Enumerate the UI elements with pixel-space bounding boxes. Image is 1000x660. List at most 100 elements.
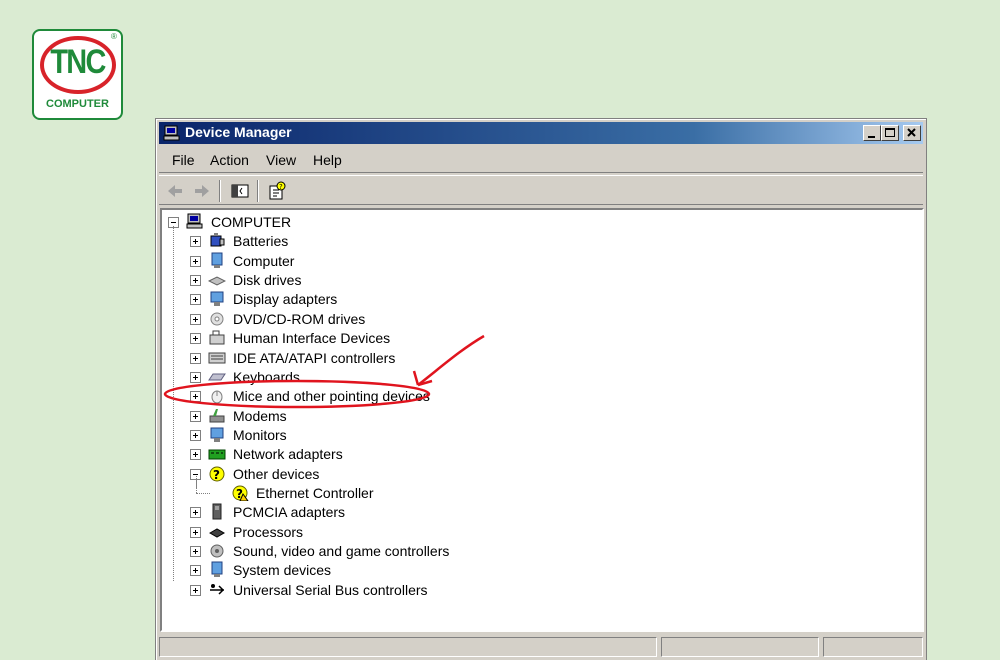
tree-item-label: IDE ATA/ATAPI controllers [233,349,396,366]
toolbar-separator [257,180,259,202]
minimize-button[interactable] [863,125,881,141]
maximize-button[interactable] [881,125,899,141]
expand-toggle[interactable] [190,333,201,345]
tree-item[interactable]: PCMCIA adapters [190,503,510,522]
svg-text:?: ? [279,183,283,191]
expand-toggle[interactable] [190,294,201,306]
toolbar: ? [159,175,923,205]
ide-controller-icon [208,352,226,363]
tree-item-label: Modems [233,407,287,424]
tree-item[interactable]: Human Interface Devices [190,329,510,348]
processor-icon [208,528,226,538]
dvd-drive-icon [210,312,224,326]
tree-item[interactable]: System devices [190,561,510,580]
menu-action[interactable]: Action [210,152,249,168]
menu-file[interactable]: File [172,152,195,168]
expand-toggle[interactable] [190,546,201,557]
close-button[interactable] [903,125,921,141]
computer-icon [211,252,223,268]
hid-icon [209,330,225,345]
device-manager-window: Device Manager File Action View Help ? C… [155,118,927,660]
status-bar [159,635,923,659]
tree-item[interactable]: DVD/CD-ROM drives [190,310,510,329]
tree-item[interactable]: Computer [190,252,510,271]
tree-line [173,226,174,581]
expand-toggle[interactable] [190,526,201,538]
expand-toggle[interactable] [190,236,201,248]
tree-item-label: Display adapters [233,291,338,308]
tree-line [196,475,197,493]
network-adapter-icon [208,449,226,460]
properties-icon[interactable]: ? [266,180,288,202]
tree-item-label: Batteries [233,233,289,250]
tree-item-label: Other devices [233,465,320,482]
tree-item-label: Human Interface Devices [233,330,391,347]
expand-toggle[interactable] [190,275,201,287]
computer-root-icon [186,213,203,229]
tree-root-computer[interactable]: COMPUTER [168,213,468,232]
tree-item[interactable]: ? Other devices [190,465,510,484]
display-adapter-icon [210,291,224,307]
close-icon [907,128,916,137]
tree-item[interactable]: Batteries [190,232,510,251]
system-device-icon [211,561,223,578]
forward-arrow-icon[interactable] [191,180,213,202]
keyboard-icon [208,373,226,381]
tree-item[interactable]: IDE ATA/ATAPI controllers [190,349,510,368]
tree-item-label: Computer [233,252,295,269]
usb-icon [210,583,225,595]
expand-toggle[interactable] [190,255,201,267]
status-pane-3 [823,637,923,657]
status-pane-main [159,637,657,657]
tree-item[interactable]: Universal Serial Bus controllers [190,581,510,600]
expand-toggle[interactable] [190,565,201,577]
battery-icon [210,233,225,247]
tree-item[interactable]: Modems [190,407,510,426]
logo-text: TNC [50,43,106,81]
expand-toggle[interactable] [190,371,201,383]
tree-child-item[interactable]: ? Ethernet Controller [213,484,513,503]
modem-icon [209,408,225,422]
tree-item-label: DVD/CD-ROM drives [233,310,366,327]
show-hide-tree-icon[interactable] [229,180,251,202]
back-arrow-icon[interactable] [164,180,186,202]
tree-child-label: Ethernet Controller [256,484,374,501]
tree-item[interactable]: Display adapters [190,290,510,309]
expand-toggle[interactable] [190,410,201,422]
tree-item[interactable]: Mice and other pointing devices [190,387,510,406]
expand-toggle[interactable] [190,429,201,441]
unknown-device-icon: ? [209,466,225,482]
device-manager-icon [163,125,180,141]
tree-item[interactable]: Processors [190,523,510,542]
mouse-icon [211,390,223,404]
tree-item[interactable]: Disk drives [190,271,510,290]
expand-toggle[interactable] [190,507,201,519]
tnc-logo: TNC ® COMPUTER [32,29,123,120]
logo-subtext: COMPUTER [46,98,109,110]
registered-mark: ® [111,32,117,41]
expand-toggle[interactable] [190,449,201,461]
expand-toggle[interactable] [190,391,201,403]
tree-item-label: PCMCIA adapters [233,504,346,521]
tree-line [196,492,210,494]
tree-item-label: Mice and other pointing devices [233,388,430,405]
unknown-device-warning-icon: ? [232,485,249,501]
disk-drive-icon [208,276,226,286]
title-bar[interactable]: Device Manager [159,122,923,144]
tree-item[interactable]: Sound, video and game controllers [190,542,510,561]
tree-item[interactable]: Monitors [190,426,510,445]
pcmcia-icon [212,503,222,520]
menu-help[interactable]: Help [313,152,342,168]
status-pane-2 [661,637,819,657]
tree-item-label: Universal Serial Bus controllers [233,581,428,598]
menu-view[interactable]: View [266,152,296,168]
tree-item-label: Monitors [233,426,287,443]
expand-toggle[interactable] [190,313,201,325]
tree-item-label: Sound, video and game controllers [233,543,450,559]
tree-root-label: COMPUTER [211,214,292,230]
window-title: Device Manager [185,124,292,140]
tree-item[interactable]: Network adapters [190,445,510,464]
expand-toggle[interactable] [190,352,201,364]
tree-item[interactable]: Keyboards [190,368,510,387]
expand-toggle[interactable] [190,584,201,596]
